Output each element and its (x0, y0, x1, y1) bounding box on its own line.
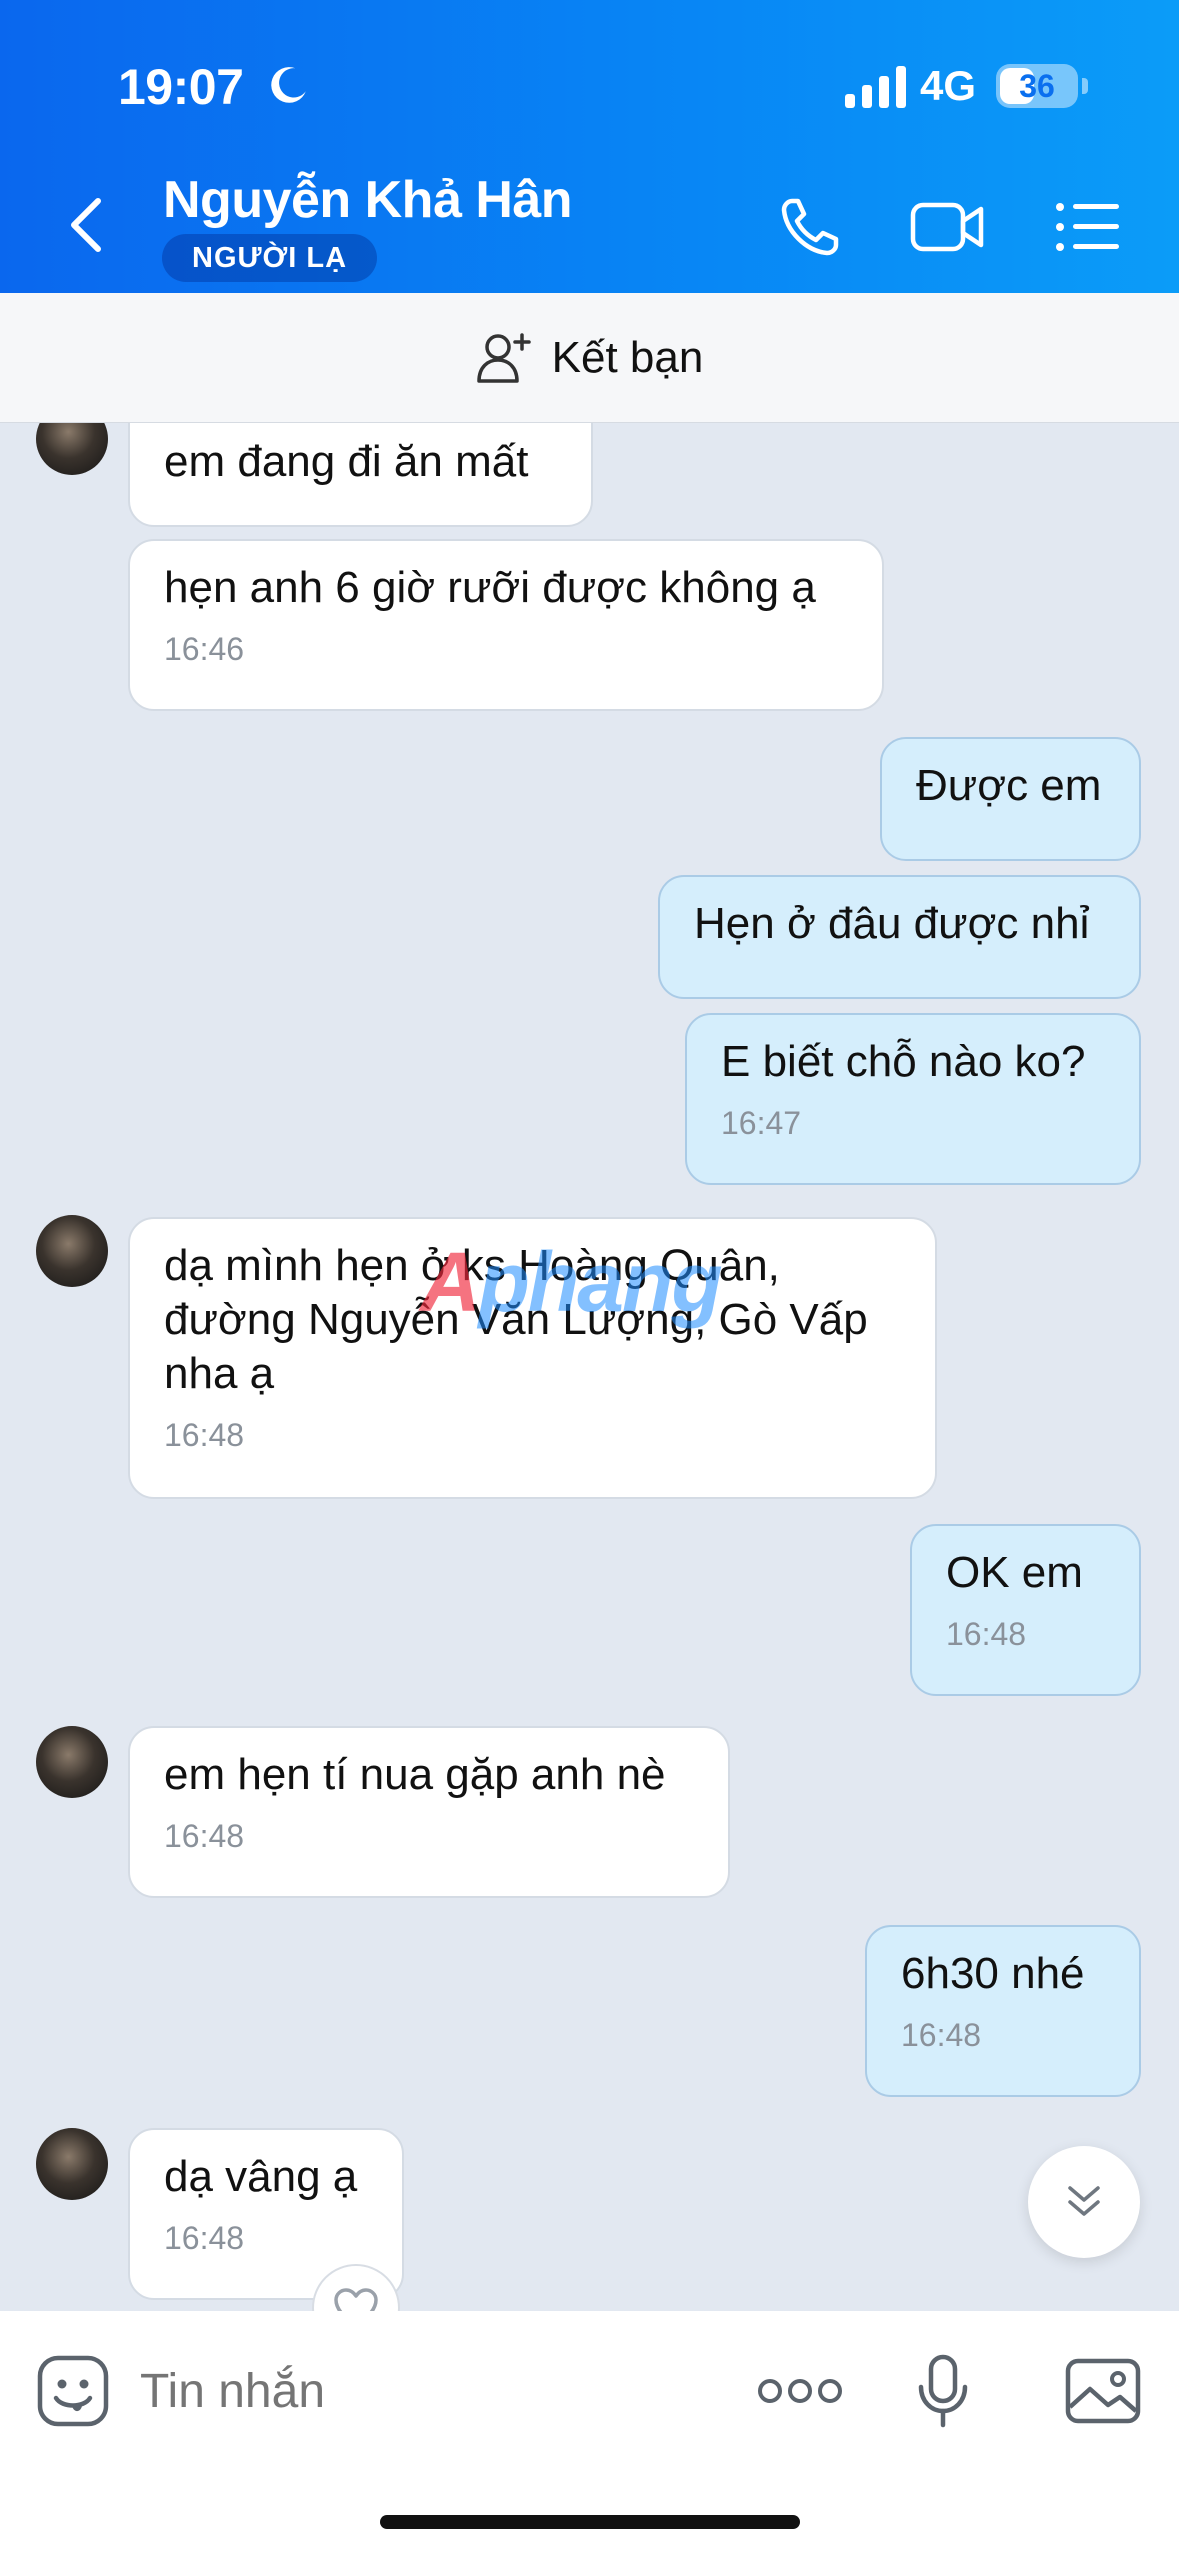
message-time: 16:46 (164, 631, 245, 667)
message-list[interactable]: em đang đi ăn mất hẹn anh 6 giờ rưỡi đượ… (0, 423, 1179, 2311)
message-text: Hẹn ở đâu được nhỉ (694, 899, 1090, 948)
contact-name[interactable]: Nguyễn Khả Hân (163, 170, 573, 230)
menu-button[interactable] (1048, 192, 1128, 262)
image-icon (1065, 2358, 1141, 2424)
message-time: 16:48 (901, 2017, 982, 2053)
battery-icon: 36 (996, 64, 1078, 108)
double-chevron-down-icon (1068, 2186, 1100, 2216)
status-time: 19:07 (118, 59, 244, 115)
add-friend-bar[interactable]: Kết bạn (0, 293, 1179, 423)
avatar[interactable] (36, 1215, 108, 1287)
avatar[interactable] (36, 1726, 108, 1798)
scroll-to-bottom-button[interactable] (1028, 2146, 1140, 2258)
battery-level: 36 (1019, 68, 1055, 104)
message-time: 16:48 (164, 2220, 245, 2256)
video-call-icon (910, 202, 984, 252)
message-text: dạ mình hẹn ở ks Hoàng Quân, đường Nguyễ… (164, 1241, 868, 1398)
message-bubble[interactable]: Hẹn ở đâu được nhỉ (658, 875, 1141, 999)
more-icon (758, 2379, 842, 2403)
message-text: dạ vâng ạ (164, 2152, 358, 2201)
message-input[interactable] (140, 2341, 700, 2441)
network-type: 4G (920, 62, 977, 109)
message-text: E biết chỗ nào ko? (721, 1037, 1086, 1086)
signal-icon (845, 66, 906, 108)
message-text: em đang đi ăn mất (164, 437, 529, 486)
message-bubble[interactable]: Được em (880, 737, 1141, 861)
message-time: 16:48 (164, 1417, 245, 1453)
battery-nub (1082, 78, 1088, 94)
message-bubble[interactable]: OK em 16:48 (910, 1524, 1141, 1696)
back-icon (71, 198, 101, 252)
home-indicator (380, 2515, 800, 2529)
chat-header: 19:07 4G 36 Nguyễn Khả Hân NGƯỜI LẠ (0, 0, 1179, 293)
message-bubble[interactable]: E biết chỗ nào ko? 16:47 (685, 1013, 1141, 1185)
phone-icon (781, 198, 839, 256)
avatar[interactable] (36, 423, 108, 475)
message-bubble[interactable]: 6h30 nhé 16:48 (865, 1925, 1141, 2097)
more-button[interactable] (750, 2341, 850, 2441)
message-time: 16:47 (721, 1105, 802, 1141)
add-friend-icon (476, 332, 531, 383)
back-button[interactable] (56, 190, 116, 260)
microphone-button[interactable] (898, 2341, 988, 2441)
message-text: Được em (916, 761, 1102, 810)
menu-list-icon (1056, 203, 1119, 251)
message-time: 16:48 (946, 1616, 1027, 1652)
add-friend-label: Kết bạn (551, 332, 704, 382)
video-call-button[interactable] (908, 192, 988, 262)
stranger-badge: NGƯỜI LẠ (162, 234, 378, 282)
message-text: 6h30 nhé (901, 1949, 1085, 1998)
message-bubble[interactable]: dạ mình hẹn ở ks Hoàng Quân, đường Nguyễ… (128, 1217, 937, 1499)
message-time: 16:48 (164, 1818, 245, 1854)
message-text: hẹn anh 6 giờ rưỡi được không ạ (164, 563, 816, 612)
avatar[interactable] (36, 2128, 108, 2200)
moon-icon (271, 67, 306, 103)
message-text: OK em (946, 1548, 1083, 1597)
message-bubble[interactable]: em hẹn tí nua gặp anh nè 16:48 (128, 1726, 730, 1898)
message-text: em hẹn tí nua gặp anh nè (164, 1750, 666, 1799)
message-bubble[interactable]: em đang đi ăn mất (128, 423, 593, 527)
emoji-button[interactable] (30, 2341, 116, 2441)
microphone-icon (918, 2354, 968, 2428)
emoji-icon (37, 2355, 109, 2427)
call-button[interactable] (770, 192, 850, 262)
message-bubble[interactable]: hẹn anh 6 giờ rưỡi được không ạ 16:46 (128, 539, 884, 711)
image-button[interactable] (1058, 2341, 1148, 2441)
